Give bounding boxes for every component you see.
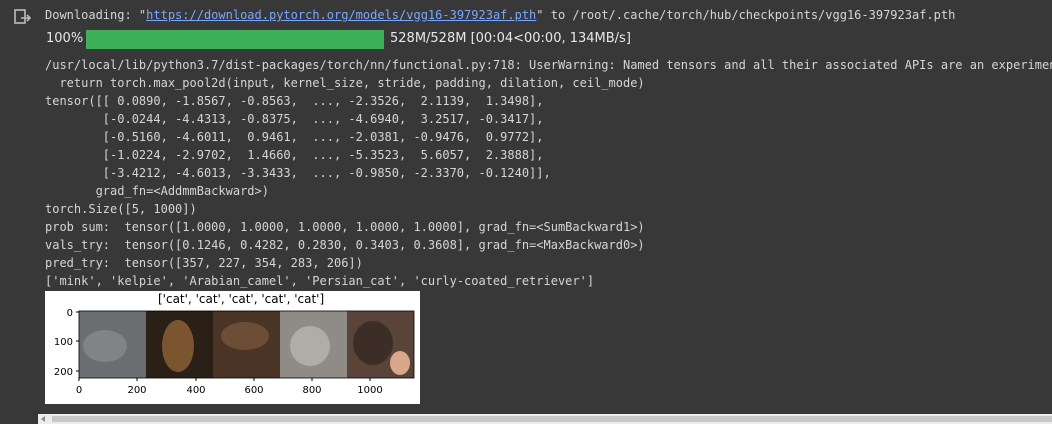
scroll-left-arrow-icon[interactable] <box>41 416 45 422</box>
figure-plot: 0 100 200 0 200 400 600 800 1000 <box>54 308 415 396</box>
y-tick-label: 200 <box>54 367 73 378</box>
output-line: [-1.0224, -2.9702, 1.4660, ..., -5.3523,… <box>45 148 544 162</box>
y-tick-label: 0 <box>67 308 73 319</box>
output-line: /usr/local/lib/python3.7/dist-packages/t… <box>45 58 1052 72</box>
output-arrow-icon[interactable] <box>14 9 32 27</box>
progress-bar <box>86 30 384 49</box>
output-line: [-3.4212, -4.6013, -3.3433, ..., -0.9850… <box>45 166 551 180</box>
notebook-output: Downloading: "https://download.pytorch.o… <box>0 0 1052 424</box>
download-suffix: " to /root/.cache/torch/hub/checkpoints/… <box>536 8 956 22</box>
output-line: [-0.5160, -4.6011, 0.9461, ..., -2.0381,… <box>45 130 544 144</box>
x-tick-label: 800 <box>302 385 321 396</box>
output-line: tensor([[ 0.0890, -1.8567, -0.8563, ...,… <box>45 94 544 108</box>
dog-shape <box>162 320 194 372</box>
output-line: [-0.0244, -4.4313, -0.8375, ..., -4.6940… <box>45 112 544 126</box>
image-grid-figure: ['cat', 'cat', 'cat', 'cat', 'cat'] 0 10… <box>45 291 420 404</box>
x-tick-label: 0 <box>76 385 82 396</box>
output-line: grad_fn=<AddmmBackward>) <box>45 184 269 198</box>
hand-shape <box>390 351 410 375</box>
x-tick-label: 200 <box>127 385 146 396</box>
output-line: prob sum: tensor([1.0000, 1.0000, 1.0000… <box>45 220 645 234</box>
x-tick-label: 1000 <box>357 385 382 396</box>
download-url-link[interactable]: https://download.pytorch.org/models/vgg1… <box>146 8 536 22</box>
output-line: return torch.max_pool2d(input, kernel_si… <box>45 76 645 90</box>
scrollbar-thumb[interactable] <box>52 416 1052 422</box>
download-prefix: Downloading: " <box>45 8 147 22</box>
download-line: Downloading: "https://download.pytorch.o… <box>45 6 955 24</box>
output-line: vals_try: tensor([0.1246, 0.4282, 0.2830… <box>45 238 645 252</box>
y-tick-label: 100 <box>54 337 73 348</box>
progress-percent: 100% <box>46 31 84 46</box>
cat-shape <box>83 330 127 362</box>
output-line: torch.Size([5, 1000]) <box>45 202 197 216</box>
persian-cat-shape <box>290 326 330 366</box>
progress-fill <box>86 30 384 49</box>
x-tick-label: 400 <box>186 385 205 396</box>
dog-shape <box>353 321 393 365</box>
camel-shape <box>221 322 269 350</box>
output-line: ['mink', 'kelpie', 'Arabian_camel', 'Per… <box>45 274 595 288</box>
x-tick-label: 600 <box>244 385 263 396</box>
output-line: pred_try: tensor([357, 227, 354, 283, 20… <box>45 256 363 270</box>
progress-info: 528M/528M [00:04<00:00, 134MB/s] <box>390 31 631 46</box>
